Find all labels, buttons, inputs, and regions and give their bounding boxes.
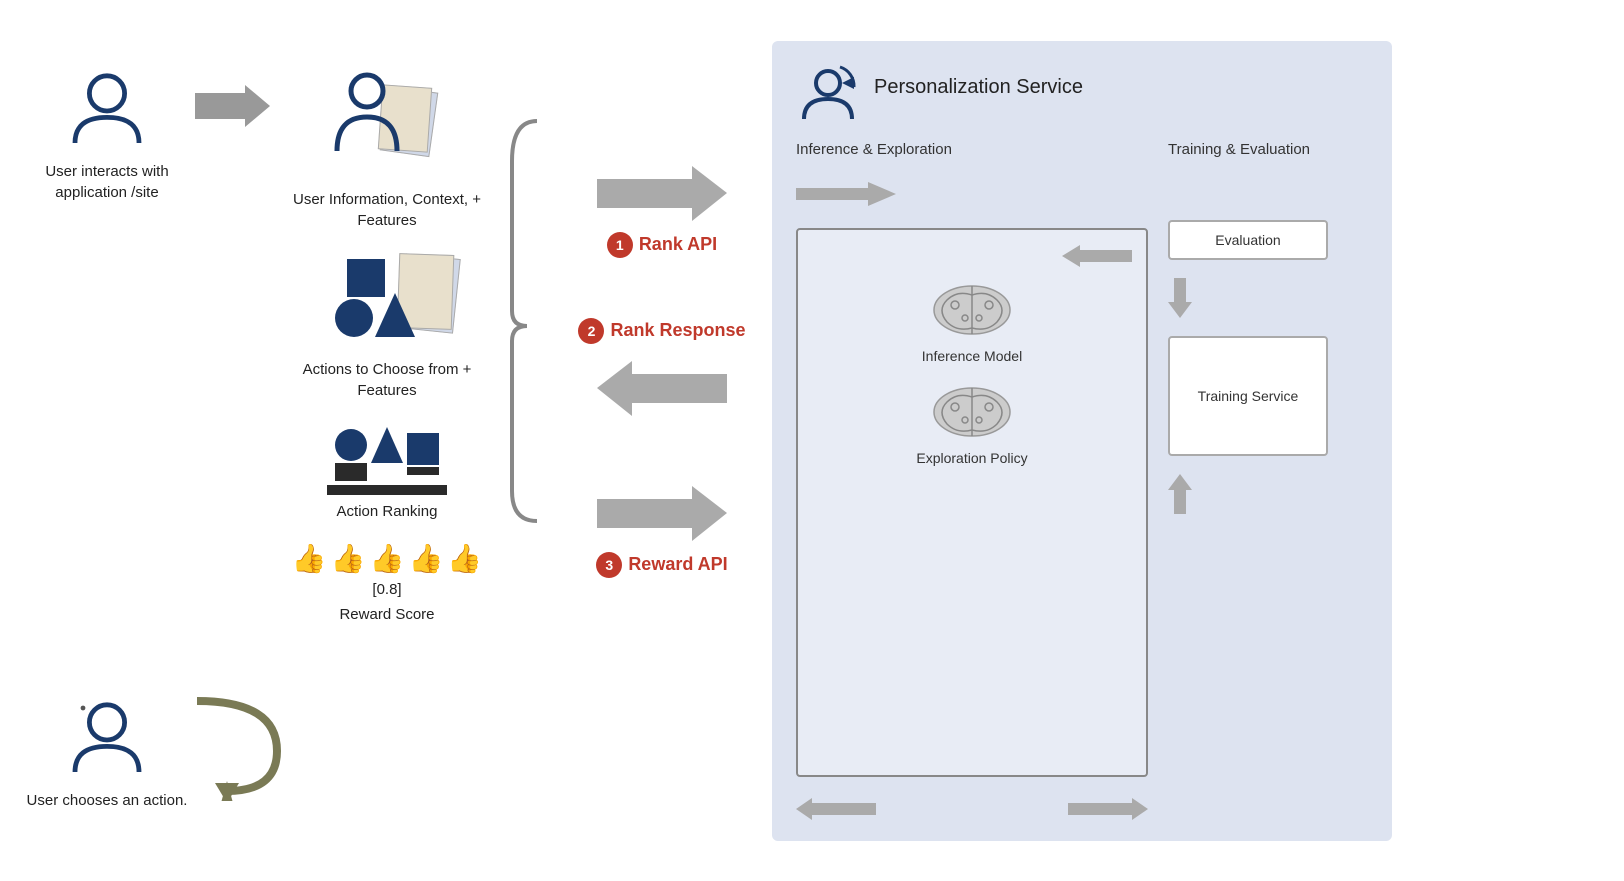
reward-api-text: Reward API [628, 554, 727, 575]
rank-response-label: 2 Rank Response [578, 318, 745, 344]
inner-arrow-row [812, 244, 1132, 268]
ps-icon [796, 61, 860, 125]
exploration-brain-icon [927, 382, 1017, 442]
personalization-service-panel: Personalization Service Inference & Expl… [772, 41, 1392, 841]
curved-arrow-bottom [177, 691, 287, 801]
reward-api-arrow [597, 481, 727, 546]
bottom-arrows-row [796, 797, 1148, 821]
ps-title: Personalization Service [874, 76, 1083, 99]
inference-brain-icon [927, 280, 1017, 340]
rank-api-label: 1 Rank API [607, 232, 717, 258]
user-bottom-label: User chooses an action. [27, 790, 188, 811]
left-arrows-col [192, 51, 272, 831]
user-top-label: User interacts with application /site [22, 161, 192, 203]
top-arrow-row [796, 180, 896, 208]
ps-header: Personalization Service [796, 61, 1368, 125]
evaluation-box: Evaluation [1168, 220, 1328, 260]
reward-api-item: 3 Reward API [596, 481, 727, 578]
exploration-policy-label: Exploration Policy [916, 450, 1027, 466]
rank-response-item: 2 Rank Response [578, 318, 745, 421]
rank-api-arrow [597, 161, 727, 226]
bracket-col [502, 51, 552, 831]
rank-circle [335, 429, 367, 461]
bottom-left-arrow [796, 797, 876, 821]
actions-label: Actions to Choose from + Features [287, 359, 487, 401]
thumb-4: 👍 [408, 542, 443, 575]
square-shape [347, 259, 385, 297]
thumb-5: 👍 [447, 542, 482, 575]
thumb-2: 👍 [331, 542, 366, 575]
user-info-block: User Information, Context, + Features [287, 71, 487, 231]
reward-api-num: 3 [596, 552, 622, 578]
inference-model-label: Inference Model [922, 348, 1022, 364]
user-top-group: User interacts with application /site [22, 71, 192, 203]
ranking-block: Action Ranking [327, 421, 447, 522]
eval-down-arrow [1168, 278, 1192, 318]
top-right-arrow [796, 180, 896, 208]
arrow-to-features-top [195, 81, 270, 131]
rank-response-num: 2 [578, 318, 604, 344]
user-info-person-icon [332, 71, 402, 161]
thumb-3: 👍 [370, 542, 405, 575]
user-bottom-icon [67, 700, 147, 780]
ps-inference-subtitle: Inference & Exploration [796, 139, 952, 160]
rank-api-text: Rank API [639, 234, 717, 255]
rank-response-arrow [597, 356, 727, 421]
reward-block: 👍 👍 👍 👍 👍 [0.8] Reward Score [292, 542, 482, 625]
ps-training-subtitle: Training & Evaluation [1168, 139, 1310, 160]
ps-inference-col: Inference & Exploration [796, 139, 1148, 821]
bottom-right-arrow [1068, 797, 1148, 821]
rank-api-item: 1 Rank API [597, 161, 727, 258]
user-bottom-group: User chooses an action. [27, 700, 188, 811]
ps-columns: Inference & Exploration [796, 139, 1368, 821]
reward-api-label: 3 Reward API [596, 552, 727, 578]
training-up-arrow [1168, 474, 1192, 514]
training-service-box: Training Service [1168, 336, 1328, 456]
reward-score-label: Reward Score [339, 604, 434, 625]
reward-value: [0.8] [372, 579, 401, 600]
features-column: User Information, Context, + Features Ac… [272, 51, 502, 831]
inference-inner-box: Inference Model Exploration Policy [796, 228, 1148, 777]
thumbs-row: 👍 👍 👍 👍 👍 [292, 542, 482, 575]
ps-training-col: Training & Evaluation Evaluation Trainin… [1168, 139, 1368, 821]
left-column: User interacts with application /site Us… [22, 51, 192, 831]
user-top-icon [67, 71, 147, 151]
user-info-label: User Information, Context, + Features [287, 189, 487, 231]
rank-base [327, 485, 447, 495]
thumb-1: 👍 [292, 542, 327, 575]
circle-shape [335, 299, 373, 337]
api-column: 1 Rank API 2 Rank Response 3 Reward API [552, 51, 772, 831]
triangle-shape [375, 293, 415, 337]
rank-triangle [371, 427, 403, 463]
rank-bar-2 [407, 467, 439, 475]
rank-bar-1 [335, 463, 367, 481]
rank-response-text: Rank Response [610, 320, 745, 341]
rank-square [407, 433, 439, 465]
bracket-symbol [507, 111, 547, 531]
actions-block: Actions to Choose from + Features [287, 251, 487, 401]
inner-left-arrow [1062, 244, 1132, 268]
rank-api-num: 1 [607, 232, 633, 258]
main-diagram: User interacts with application /site Us… [22, 21, 1602, 861]
ranking-label: Action Ranking [337, 501, 438, 522]
